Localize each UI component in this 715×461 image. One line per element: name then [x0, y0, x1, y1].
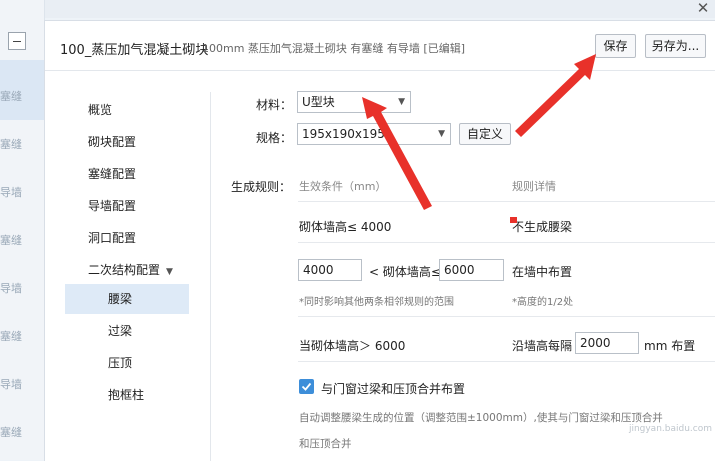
nav-sub-frame-column[interactable]: 抱框柱: [65, 380, 189, 410]
background-list-label: 塞缝: [0, 426, 22, 439]
rule2-condition-text: < 砌体墙高≤: [369, 265, 441, 279]
rule3-detail-suffix: mm 布置: [644, 339, 696, 353]
condition-column-header: 生效条件（mm）: [299, 180, 387, 193]
nav-sub-coping[interactable]: 压顶: [65, 348, 189, 378]
merge-description: 自动调整腰梁生成的位置（调整范围±1000mm）,使其与门窗过梁和压顶合并: [299, 412, 663, 424]
nav-item-guide-wall-config[interactable]: 导墙配置: [88, 197, 136, 214]
rule2-detail: 在墙中布置: [512, 265, 573, 279]
row-divider: [298, 242, 715, 243]
chevron-down-icon: ▼: [166, 267, 173, 277]
nav-item-label: 二次结构配置: [88, 263, 161, 277]
background-list-label: 塞缝: [0, 138, 22, 151]
merge-checkbox[interactable]: [299, 379, 314, 394]
chevron-down-icon: ▼: [398, 97, 405, 107]
rules-label: 生成规则：: [231, 180, 292, 194]
nav-sub-lintel[interactable]: 过梁: [65, 316, 189, 346]
nav-item-block-config[interactable]: 砌块配置: [88, 133, 136, 150]
spec-label: 规格：: [256, 131, 293, 145]
row-divider: [298, 201, 715, 202]
rule3-detail-prefix: 沿墙高每隔: [512, 339, 573, 353]
row-divider: [298, 361, 715, 362]
nav-item-overview[interactable]: 概览: [88, 101, 112, 118]
dialog-subtitle: 100mm 蒸压加气混凝土砌块 有塞缝 有导墙 [已编辑]: [202, 42, 465, 55]
detail-column-header: 规则详情: [512, 180, 556, 193]
dialog-title: 100_蒸压加气混凝土砌块: [60, 43, 209, 58]
chevron-down-icon: ▼: [438, 129, 445, 139]
collapse-button[interactable]: [8, 32, 26, 50]
background-list-label: 塞缝: [0, 330, 22, 343]
material-value: U型块: [302, 95, 335, 109]
background-list-label: 导墙: [0, 378, 22, 391]
background-list-label: 导墙: [0, 186, 22, 199]
settings-dialog: 100_蒸压加气混凝土砌块 100mm 蒸压加气混凝土砌块 有塞缝 有导墙 [已…: [44, 20, 715, 461]
nav-item-opening-config[interactable]: 洞口配置: [88, 229, 136, 246]
rule2-hint: *同时影响其他两条相邻规则的范围: [299, 297, 454, 308]
checkmark-icon: [301, 382, 312, 391]
nav-item-joint-config[interactable]: 塞缝配置: [88, 165, 136, 182]
rule2-detail-hint: *高度的1/2处: [512, 297, 574, 308]
nav-item-secondary-structure[interactable]: 二次结构配置 ▼: [88, 261, 173, 278]
merge-label[interactable]: 与门窗过梁和压顶合并布置: [321, 380, 465, 397]
rule3-condition: 当砌体墙高＞ 6000: [299, 339, 406, 353]
spec-select[interactable]: 195x190x195 ▼: [297, 123, 451, 145]
row-divider: [298, 316, 715, 317]
rule1-detail: 不生成腰梁: [512, 220, 573, 234]
material-select[interactable]: U型块 ▼: [297, 91, 411, 113]
background-list-label: 导墙: [0, 282, 22, 295]
custom-button[interactable]: 自定义: [459, 123, 511, 145]
rule1-condition: 砌体墙高≤ 4000: [299, 220, 392, 234]
rule3-interval-input[interactable]: 2000: [575, 332, 639, 354]
background-list-label: 塞缝: [0, 90, 22, 103]
nav-sub-ring-beam[interactable]: 腰梁: [65, 284, 189, 314]
rule2-min-input[interactable]: 4000: [298, 259, 362, 281]
save-button[interactable]: 保存: [595, 34, 636, 58]
nav-divider: [210, 92, 211, 461]
spec-value: 195x190x195: [302, 127, 385, 141]
watermark: jingyan.baidu.com: [628, 424, 712, 434]
background-list-label: 塞缝: [0, 234, 22, 247]
background-titlebar: [0, 0, 715, 18]
close-icon[interactable]: ✕: [695, 0, 711, 16]
rule2-max-input[interactable]: 6000: [439, 259, 504, 281]
merge-description-continued: 和压顶合并: [299, 438, 352, 450]
material-label: 材料：: [256, 98, 293, 112]
dialog-header: 100_蒸压加气混凝土砌块 100mm 蒸压加气混凝土砌块 有塞缝 有导墙 [已…: [45, 21, 715, 71]
save-as-button[interactable]: 另存为...: [645, 34, 706, 58]
